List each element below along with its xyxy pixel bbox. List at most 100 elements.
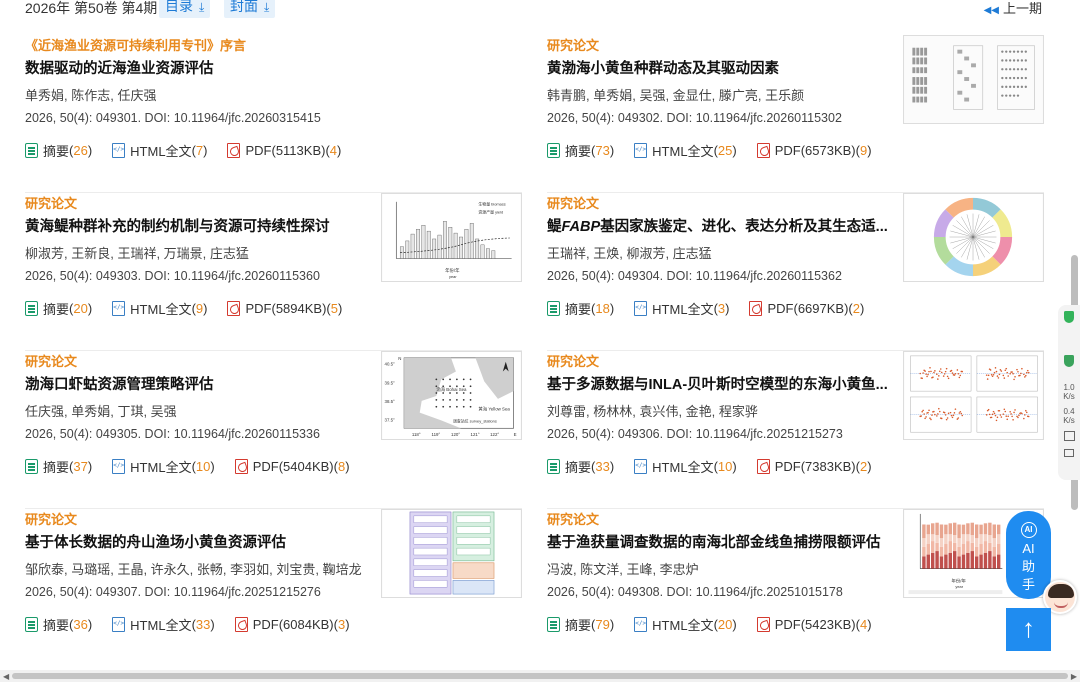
html-icon: </> [112,301,126,316]
abstract-link[interactable]: 摘要(18) [547,299,614,318]
pdf-link[interactable]: PDF(6084KB)(3) [234,617,350,632]
article-thumbnail[interactable] [903,351,1044,440]
abstract-link[interactable]: 摘要(26) [25,141,92,160]
horizontal-scrollbar[interactable]: ◀ ▶ [0,670,1080,682]
network-icon [1064,355,1074,367]
side-toolbar[interactable]: 1.0 K/s 0.4 K/s [1058,305,1080,480]
cover-button[interactable]: 封面 ⤓ [224,0,276,18]
article-authors: 冯波, 陈文洋, 王峰, 李忠炉 [547,562,699,577]
abstract-label: 摘要 [565,144,592,159]
article-thumbnail[interactable] [903,193,1044,282]
abstract-link[interactable]: 摘要(33) [547,457,614,476]
article-category: 研究论文 [547,512,600,527]
prev-issue-label: 上一期 [1002,1,1042,16]
article-links: 摘要(36) </> HTML全文(33) PDF(6084KB)(3) [25,615,370,634]
pdf-icon [234,617,248,632]
abstract-label: 摘要 [43,144,70,159]
article-category: 研究论文 [547,354,600,369]
article-citation-doi: 2026, 50(4): 049306. DOI: 10.11964/jfc.2… [547,427,843,441]
article-authors: 任庆强, 单秀娟, 丁琪, 吴强 [25,404,177,419]
back-to-top-button[interactable]: ↑ [1006,608,1051,651]
ai-assistant-label: AI助手 [1021,541,1035,592]
article-title-link[interactable]: 基于体长数据的舟山渔场小黄鱼资源评估 [25,531,370,552]
abstract-link[interactable]: 摘要(37) [25,457,92,476]
article-title-link[interactable]: 鳀FABP基因家族鉴定、进化、表达分析及其生态适... [547,215,892,236]
article-authors: 刘尊雷, 杨林林, 袁兴伟, 金艳, 程家骅 [547,404,758,419]
html-fulltext-link[interactable]: </> HTML全文(7) [112,141,207,160]
pdf-label: PDF(5404KB) [252,459,334,474]
article-category: 研究论文 [25,354,78,369]
toc-button[interactable]: 目录 ⤓ [159,0,211,18]
article-title-link[interactable]: 基于渔获量调查数据的南海北部金线鱼捕捞限额评估 [547,531,892,552]
upload-speed: 1.0 [1063,383,1075,392]
double-left-arrow-icon: ◀◀ [983,5,999,16]
svg-text:122°: 122° [490,432,499,437]
pdf-icon [756,617,770,632]
article-category: 研究论文 [547,38,600,53]
pdf-link[interactable]: PDF(6573KB)(9) [756,143,872,158]
abstract-label: 摘要 [43,302,70,317]
article-citation-doi: 2026, 50(4): 049307. DOI: 10.11964/jfc.2… [25,585,321,599]
article-thumbnail[interactable]: 生物量 biomass 资源产量 yield 年份/年 year [381,193,522,282]
abstract-icon [25,143,38,158]
arrow-up-icon: ↑ [1022,613,1035,643]
pdf-label: PDF(5894KB) [245,301,327,316]
article-title-link[interactable]: 渤海口虾蛄资源管理策略评估 [25,373,370,394]
pdf-count: 2 [852,301,860,316]
html-label: HTML全文 [130,460,192,475]
horizontal-scroll-thumb[interactable] [12,673,1068,679]
article-citation-doi: 2026, 50(4): 049303. DOI: 10.11964/jfc.2… [25,269,320,283]
article-title-link[interactable]: 黄渤海小黄鱼种群动态及其驱动因素 [547,57,892,78]
pdf-link[interactable]: PDF(7383KB)(2) [756,459,872,474]
abstract-link[interactable]: 摘要(20) [25,299,92,318]
pdf-count: 5 [330,301,338,316]
scroll-left-arrow-icon[interactable]: ◀ [3,672,9,681]
abstract-count: 36 [73,617,88,632]
article-thumbnail[interactable]: 渤海 Bohai Sea 黄海 Yellow Sea 调查站位 survey_sta… [381,351,522,440]
ai-icon: AI [1020,522,1037,538]
article-citation-doi: 2026, 50(4): 049304. DOI: 10.11964/jfc.2… [547,269,842,283]
svg-text:黄海 Yellow Sea: 黄海 Yellow Sea [478,406,510,413]
html-fulltext-link[interactable]: </> HTML全文(10) [634,457,737,476]
pdf-link[interactable]: PDF(6697KB)(2) [749,301,864,316]
svg-text:38.5°: 38.5° [385,399,396,404]
toc-label: 目录 [165,0,193,14]
article-thumbnail[interactable] [903,35,1044,124]
pdf-link[interactable]: PDF(5404KB)(8) [234,459,350,474]
html-fulltext-link[interactable]: </> HTML全文(10) [112,457,215,476]
html-fulltext-link[interactable]: </> HTML全文(33) [112,615,215,634]
download-speed: 0.4 [1063,407,1075,416]
pdf-link[interactable]: PDF(5423KB)(4) [756,617,872,632]
abstract-link[interactable]: 摘要(73) [547,141,614,160]
pdf-link[interactable]: PDF(5113KB)(4) [227,143,341,158]
prev-issue-link[interactable]: ◀◀ 上一期 [984,0,1042,17]
article-title-link[interactable]: 数据驱动的近海渔业资源评估 [25,57,522,78]
svg-text:year: year [449,274,457,279]
article-title-link[interactable]: 黄海鳀种群补充的制约机制与资源可持续性探讨 [25,215,370,236]
html-fulltext-link[interactable]: </> HTML全文(25) [634,141,737,160]
article-authors: 韩青鹏, 单秀娟, 吴强, 金显仕, 滕广亮, 王乐颜 [547,88,805,103]
article-thumbnail[interactable] [381,509,522,598]
pdf-count: 2 [859,459,868,474]
article-title-link[interactable]: 基于多源数据与INLA-贝叶斯时空模型的东海小黄鱼... [547,373,892,394]
article-authors: 柳淑芳, 王新良, 王瑞祥, 万瑞景, 庄志猛 [25,246,249,261]
html-fulltext-link[interactable]: </> HTML全文(20) [634,615,737,634]
html-label: HTML全文 [652,460,714,475]
abstract-count: 26 [73,143,88,158]
ai-assistant-button[interactable]: AI AI助手 [1006,511,1051,599]
upload-speed-unit: K/s [1063,392,1075,401]
article-authors: 单秀娟, 陈作志, 任庆强 [25,88,157,103]
html-fulltext-link[interactable]: </> HTML全文(9) [112,299,207,318]
article-card: 研究论文基于多源数据与INLA-贝叶斯时空模型的东海小黄鱼... 刘尊雷, 杨林林… [547,351,1044,509]
abstract-count: 37 [73,459,88,474]
article-citation-doi: 2026, 50(4): 049308. DOI: 10.11964/jfc.2… [547,585,843,599]
html-label: HTML全文 [652,144,714,159]
abstract-link[interactable]: 摘要(36) [25,615,92,634]
abstract-link[interactable]: 摘要(79) [547,615,614,634]
svg-text:生物量 biomass: 生物量 biomass [478,202,505,207]
pdf-link[interactable]: PDF(5894KB)(5) [227,301,342,316]
scroll-right-arrow-icon[interactable]: ▶ [1071,672,1077,681]
abstract-icon [547,459,560,474]
html-fulltext-link[interactable]: </> HTML全文(3) [634,299,729,318]
abstract-icon [25,459,38,474]
